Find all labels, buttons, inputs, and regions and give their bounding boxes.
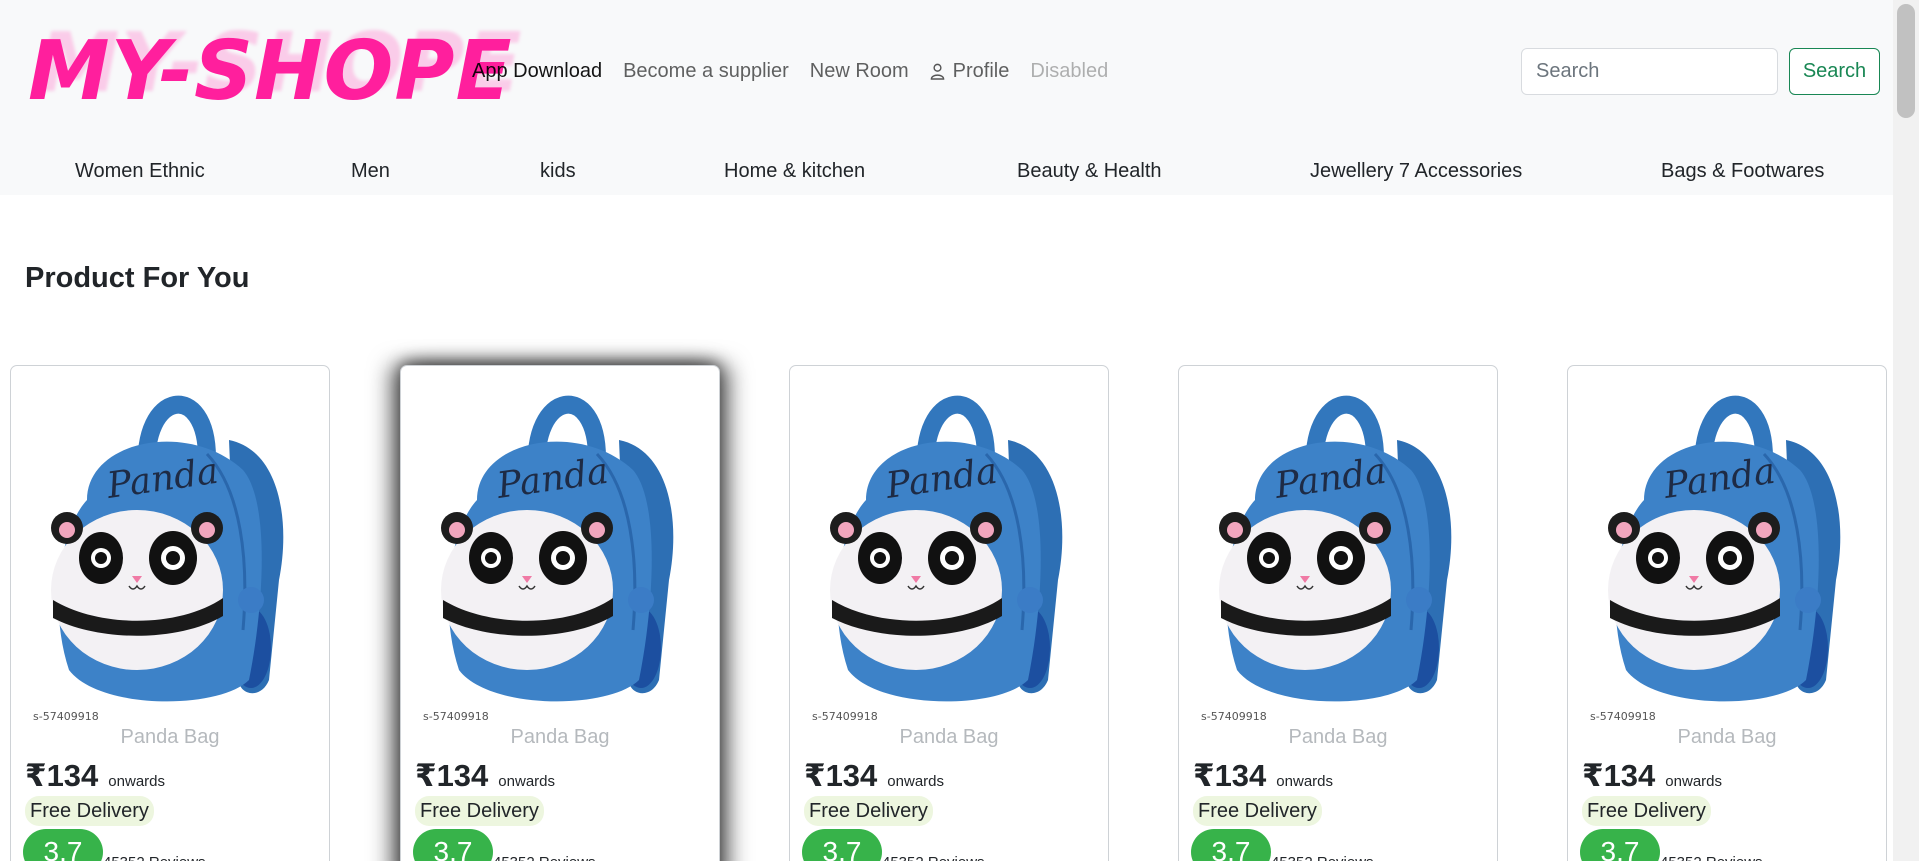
nav-app-download-label: App Download (472, 59, 603, 82)
review-count: 45352 Reviews (103, 854, 206, 861)
review-count: 45352 Reviews (882, 854, 985, 861)
product-title[interactable]: Panda Bag (790, 726, 1108, 749)
product-card[interactable]: Panda s-57409918 Panda Bag ₹134 onwards … (1178, 365, 1498, 861)
nav-new-room-label: New Room (809, 59, 909, 82)
category-beauty-health[interactable]: Beauty & Health (1017, 158, 1162, 185)
nav-new-room[interactable]: New Room (810, 60, 909, 83)
category-kids[interactable]: kids (540, 158, 576, 185)
price-suffix: onwards (887, 773, 944, 790)
product-title[interactable]: Panda Bag (401, 726, 719, 749)
nav-become-supplier[interactable]: Become a supplier (623, 60, 789, 83)
price-row: ₹134 onwards (1582, 758, 1722, 794)
nav-app-download[interactable]: App Download (472, 60, 602, 83)
page: MY-SHOPE App Download Become a supplier … (0, 0, 1919, 861)
product-price: ₹134 (415, 758, 489, 793)
rating-badge: 3.7 (802, 829, 882, 861)
brand-logo[interactable]: MY-SHOPE (28, 22, 512, 122)
price-row: ₹134 onwards (25, 758, 165, 794)
free-delivery-badge: Free Delivery (25, 796, 154, 826)
section-title: Product For You (25, 262, 250, 294)
rating-badge: 3.7 (413, 829, 493, 861)
category-bar: Women Ethnic Men kids Home & kitchen Bea… (0, 148, 1893, 195)
category-men[interactable]: Men (351, 158, 390, 185)
product-image-code: s-57409918 (1201, 710, 1267, 722)
search-input[interactable] (1521, 48, 1778, 95)
price-suffix: onwards (1665, 773, 1722, 790)
product-price: ₹134 (1193, 758, 1267, 793)
nav-become-supplier-label: Become a supplier (623, 59, 789, 82)
rating-badge: 3.7 (1191, 829, 1271, 861)
nav-profile[interactable]: Profile (930, 59, 1010, 83)
product-image[interactable]: Panda s-57409918 (1197, 380, 1481, 722)
nav-links: App Download Become a supplier New Room … (472, 56, 1108, 86)
product-image-code: s-57409918 (33, 710, 99, 722)
product-card[interactable]: Panda s-57409918 Panda Bag ₹134 onwards … (789, 365, 1109, 861)
page-scrollbar[interactable] (1893, 0, 1919, 861)
product-image[interactable]: Panda s-57409918 (29, 380, 313, 722)
product-title[interactable]: Panda Bag (11, 726, 329, 749)
product-image[interactable]: Panda s-57409918 (1586, 380, 1870, 722)
top-navbar: MY-SHOPE App Download Become a supplier … (0, 0, 1893, 148)
product-image-code: s-57409918 (1590, 710, 1656, 722)
product-price: ₹134 (1582, 758, 1656, 793)
rating-badge: 3.7 (1580, 829, 1660, 861)
category-women-ethnic[interactable]: Women Ethnic (75, 158, 205, 185)
free-delivery-badge: Free Delivery (804, 796, 933, 826)
category-bags-footwares[interactable]: Bags & Footwares (1661, 158, 1824, 185)
product-price: ₹134 (25, 758, 99, 793)
product-card[interactable]: Panda s-57409918 Panda Bag ₹134 onwards … (10, 365, 330, 861)
scrollbar-thumb[interactable] (1897, 4, 1915, 118)
nav-profile-label: Profile (952, 59, 1010, 82)
category-home-kitchen[interactable]: Home & kitchen (724, 158, 865, 185)
product-title[interactable]: Panda Bag (1568, 726, 1886, 749)
nav-disabled: Disabled (1030, 60, 1108, 83)
rating-row: 3.7 45352 Reviews (413, 829, 596, 861)
nav-disabled-label: Disabled (1030, 59, 1109, 82)
rating-row: 3.7 45352 Reviews (1191, 829, 1374, 861)
free-delivery-badge: Free Delivery (1193, 796, 1322, 826)
rating-row: 3.7 45352 Reviews (23, 829, 206, 861)
product-image-code: s-57409918 (423, 710, 489, 722)
price-suffix: onwards (1276, 773, 1333, 790)
product-price: ₹134 (804, 758, 878, 793)
rating-row: 3.7 45352 Reviews (802, 829, 985, 861)
product-card[interactable]: Panda s-57409918 Panda Bag ₹134 onwards … (400, 365, 720, 861)
price-row: ₹134 onwards (804, 758, 944, 794)
rating-badge: 3.7 (23, 829, 103, 861)
product-image[interactable]: Panda s-57409918 (808, 380, 1092, 722)
product-image-code: s-57409918 (812, 710, 878, 722)
product-card[interactable]: Panda s-57409918 Panda Bag ₹134 onwards … (1567, 365, 1887, 861)
price-suffix: onwards (108, 773, 165, 790)
rating-row: 3.7 45352 Reviews (1580, 829, 1763, 861)
product-title[interactable]: Panda Bag (1179, 726, 1497, 749)
price-row: ₹134 onwards (1193, 758, 1333, 794)
review-count: 45352 Reviews (1271, 854, 1374, 861)
free-delivery-badge: Free Delivery (1582, 796, 1711, 826)
review-count: 45352 Reviews (493, 854, 596, 861)
category-jewellery-accessories[interactable]: Jewellery 7 Accessories (1310, 158, 1522, 185)
free-delivery-badge: Free Delivery (415, 796, 544, 826)
price-suffix: onwards (498, 773, 555, 790)
person-icon (930, 63, 944, 80)
product-image[interactable]: Panda s-57409918 (419, 380, 703, 722)
search-button[interactable]: Search (1789, 48, 1880, 95)
price-row: ₹134 onwards (415, 758, 555, 794)
review-count: 45352 Reviews (1660, 854, 1763, 861)
